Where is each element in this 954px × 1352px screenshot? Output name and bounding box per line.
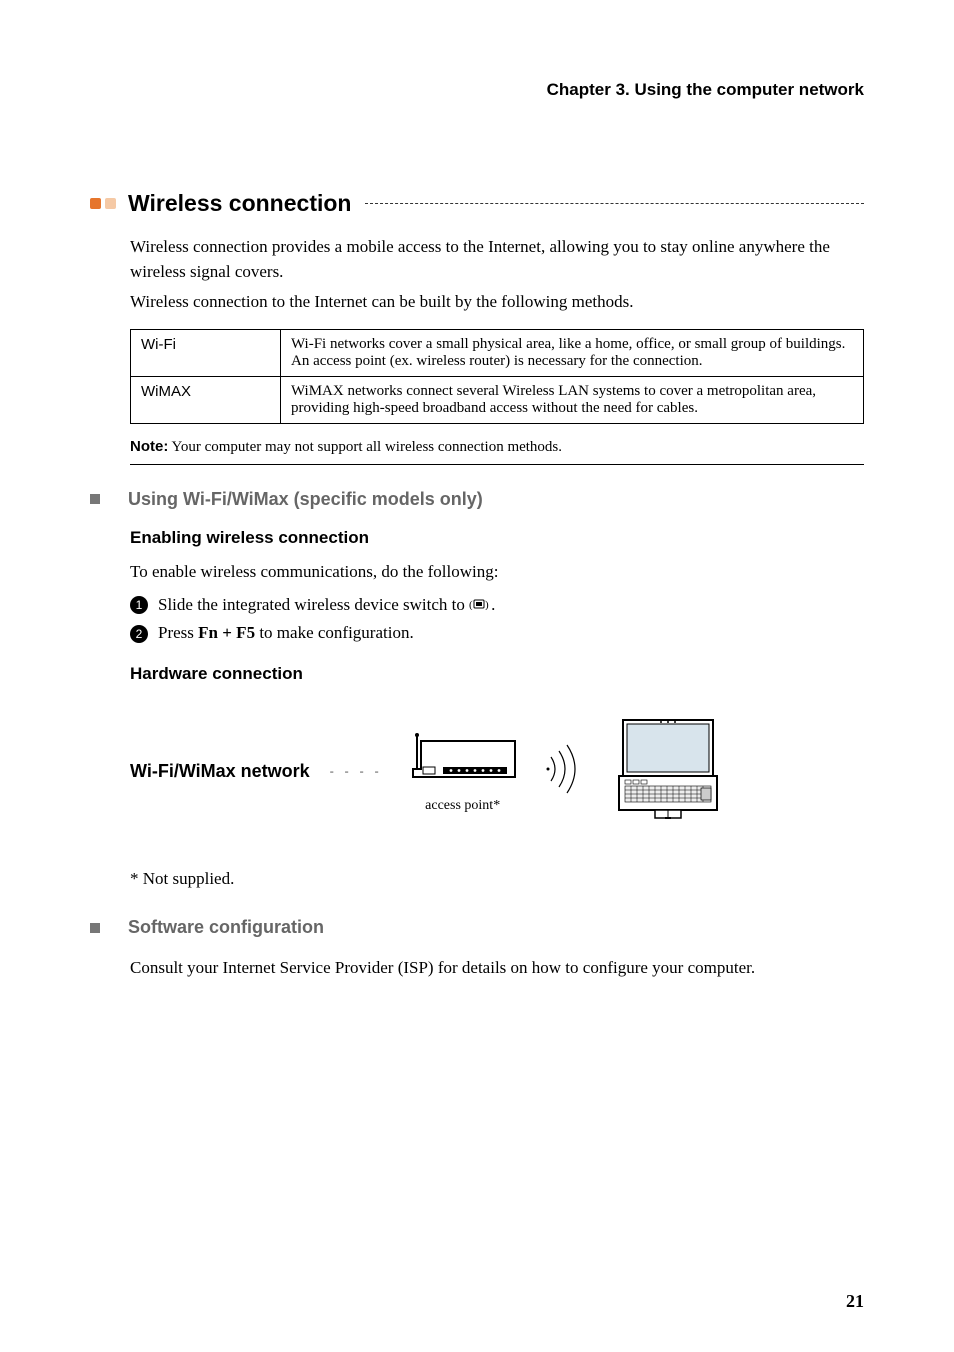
table-term: Wi-Fi [131, 329, 281, 376]
intro-paragraph-1: Wireless connection provides a mobile ac… [130, 235, 864, 284]
step-number-icon: 2 [130, 625, 148, 643]
enable-intro: To enable wireless communications, do th… [130, 560, 864, 585]
table-row: Wi-Fi Wi-Fi networks cover a small physi… [131, 329, 864, 376]
step-1: 1 Slide the integrated wireless device s… [130, 591, 864, 620]
section-heading-row: Wireless connection [90, 190, 864, 217]
note-text: Your computer may not support all wirele… [168, 439, 562, 455]
wireless-signal-icon [543, 739, 593, 804]
access-point-caption: access point* [403, 798, 523, 814]
page-number: 21 [846, 1291, 864, 1312]
heading-hardware: Hardware connection [130, 664, 864, 684]
square-bullet-icon [90, 494, 100, 504]
step-2: 2 Press Fn + F5 to make configuration. [130, 619, 864, 648]
svg-text:): ) [485, 599, 489, 610]
wireless-switch-icon: ( ) [469, 595, 491, 617]
table-term: WiMAX [131, 376, 281, 423]
subsection-title: Software configuration [128, 917, 324, 938]
access-point-icon [403, 729, 523, 789]
step-2-key: Fn + F5 [198, 623, 255, 642]
bullet-icon [105, 198, 116, 209]
heading-dash-line [365, 203, 864, 204]
step-2-text-c: to make configuration. [255, 623, 414, 642]
table-desc: Wi-Fi networks cover a small physical ar… [281, 329, 864, 376]
note-label: Note: [130, 438, 168, 455]
subsection-title: Using Wi-Fi/WiMax (specific models only) [128, 489, 483, 510]
footnote: * Not supplied. [130, 869, 864, 889]
heading-enabling: Enabling wireless connection [130, 528, 864, 548]
subsection-row: Using Wi-Fi/WiMax (specific models only) [90, 489, 864, 510]
bullet-icon [90, 198, 101, 209]
heading-bullets [90, 198, 116, 209]
table-row: WiMAX WiMAX networks connect several Wir… [131, 376, 864, 423]
diagram-label: Wi-Fi/WiMax network [130, 761, 310, 782]
table-desc: WiMAX networks connect several Wireless … [281, 376, 864, 423]
step-number-icon: 1 [130, 596, 148, 614]
step-2-text-a: Press [158, 623, 198, 642]
wireless-methods-table: Wi-Fi Wi-Fi networks cover a small physi… [130, 329, 864, 424]
laptop-icon [613, 714, 723, 829]
dotted-line-icon: - - - - [330, 764, 383, 779]
svg-text:(: ( [469, 599, 473, 610]
step-1-text-b: . [491, 595, 495, 614]
section-title: Wireless connection [128, 190, 351, 217]
note-block: Note: Your computer may not support all … [130, 438, 864, 465]
step-1-text-a: Slide the integrated wireless device swi… [158, 595, 469, 614]
chapter-header: Chapter 3. Using the computer network [90, 80, 864, 100]
software-config-text: Consult your Internet Service Provider (… [130, 956, 864, 981]
intro-paragraph-2: Wireless connection to the Internet can … [130, 290, 864, 315]
subsection-row: Software configuration [90, 917, 864, 938]
square-bullet-icon [90, 923, 100, 933]
access-point-block: access point* [403, 729, 523, 814]
hardware-diagram: Wi-Fi/WiMax network - - - - access point… [130, 714, 824, 829]
